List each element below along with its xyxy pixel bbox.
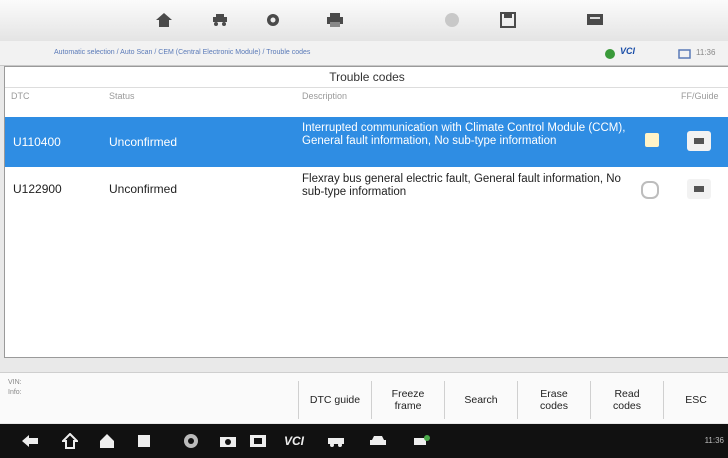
vci-label: VCI bbox=[620, 46, 636, 56]
dtc-guide-label: DTC guide bbox=[309, 394, 361, 406]
data-logging-icon[interactable] bbox=[584, 10, 606, 30]
dtc-guide-icon[interactable] bbox=[687, 179, 711, 199]
table-row[interactable]: U122900 Unconfirmed Flexray bus general … bbox=[5, 171, 728, 207]
car-icon[interactable] bbox=[368, 432, 388, 450]
settings-icon[interactable] bbox=[262, 10, 284, 30]
home-icon[interactable] bbox=[60, 432, 80, 450]
vehicle-icon[interactable] bbox=[326, 432, 346, 450]
breadcrumb: Automatic selection / Auto Scan / CEM (C… bbox=[0, 41, 728, 66]
table-header: DTC Status Description FF/Guide bbox=[5, 88, 728, 104]
page-title: Trouble codes bbox=[5, 67, 728, 88]
vehicle-menu-icon[interactable] bbox=[209, 10, 231, 30]
save-icon[interactable] bbox=[497, 10, 519, 30]
print-icon[interactable] bbox=[324, 10, 346, 30]
breadcrumb-path[interactable]: Automatic selection / Auto Scan / CEM (C… bbox=[54, 49, 310, 56]
dtc-status: Unconfirmed bbox=[109, 135, 178, 149]
trouble-codes-panel: Trouble codes DTC Status Description FF/… bbox=[4, 66, 728, 358]
dtc-guide-button[interactable]: DTC guide bbox=[298, 381, 371, 419]
esc-button[interactable]: ESC bbox=[663, 381, 728, 419]
erase-codes-label: Erase codes bbox=[539, 388, 569, 412]
dtc-description: Interrupted communication with Climate C… bbox=[302, 122, 626, 147]
camera-icon[interactable] bbox=[218, 432, 238, 450]
top-toolbar bbox=[0, 0, 728, 41]
col-status: Status bbox=[109, 91, 135, 101]
vin-label: VIN: bbox=[8, 379, 22, 386]
freeze-frame-icon[interactable] bbox=[645, 133, 659, 147]
search-label: Search bbox=[464, 394, 498, 406]
col-description: Description bbox=[302, 91, 348, 101]
scan-icon[interactable] bbox=[412, 432, 432, 450]
table-row[interactable]: U110400 Unconfirmed Interrupted communic… bbox=[5, 117, 728, 167]
freeze-frame-button[interactable]: Freeze frame bbox=[371, 381, 444, 419]
read-codes-button[interactable]: Read codes bbox=[590, 381, 663, 419]
android-nav-bar: VCI 11:36 bbox=[0, 424, 728, 458]
recent-apps-icon[interactable] bbox=[134, 432, 154, 450]
dtc-code: U122900 bbox=[13, 182, 62, 196]
clock: 11:36 bbox=[696, 48, 716, 57]
vci-connection-icon bbox=[604, 47, 616, 59]
help-icon[interactable] bbox=[441, 10, 463, 30]
back-icon[interactable] bbox=[20, 432, 40, 450]
vci-icon[interactable]: VCI bbox=[280, 432, 308, 450]
dtc-description: Flexray bus general electric fault, Gene… bbox=[302, 173, 621, 198]
battery-icon bbox=[678, 47, 692, 59]
house-icon[interactable] bbox=[97, 432, 117, 450]
dtc-guide-icon[interactable] bbox=[687, 131, 711, 151]
read-codes-label: Read codes bbox=[612, 388, 642, 412]
col-dtc: DTC bbox=[11, 91, 30, 101]
chrome-icon[interactable] bbox=[181, 432, 201, 450]
esc-label: ESC bbox=[685, 394, 707, 406]
home-icon[interactable] bbox=[153, 10, 175, 30]
info-label: Info: bbox=[8, 389, 22, 396]
dtc-code: U110400 bbox=[13, 135, 61, 149]
col-ff-guide: FF/Guide bbox=[681, 91, 719, 101]
freeze-frame-icon[interactable] bbox=[641, 181, 659, 199]
search-button[interactable]: Search bbox=[444, 381, 517, 419]
status-time: 11:36 bbox=[704, 436, 724, 445]
freeze-frame-label: Freeze frame bbox=[391, 388, 425, 412]
screen-record-icon[interactable] bbox=[248, 432, 268, 450]
dtc-status: Unconfirmed bbox=[109, 182, 178, 196]
erase-codes-button[interactable]: Erase codes bbox=[517, 381, 590, 419]
